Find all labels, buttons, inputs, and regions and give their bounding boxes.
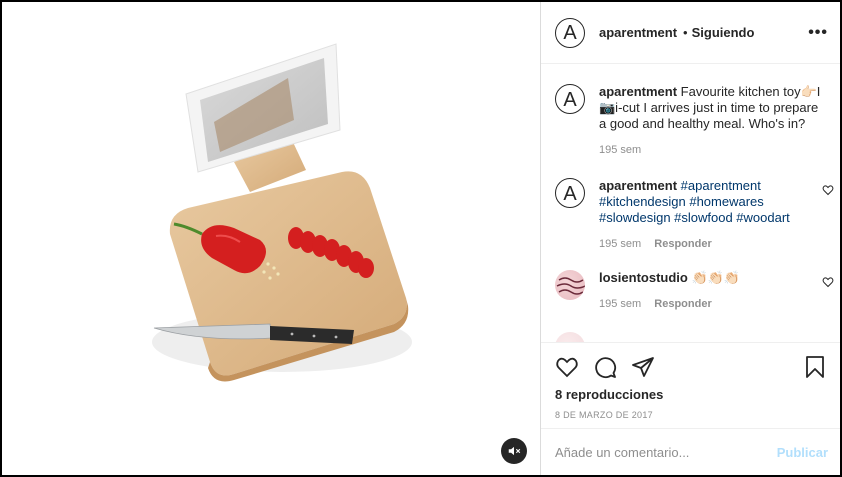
separator-dot: •: [683, 25, 688, 40]
reply-button[interactable]: Responder: [654, 298, 711, 310]
share-icon[interactable]: [631, 355, 655, 379]
caption-comment: A aparentment Favourite kitchen toy👉🏻I 📷…: [555, 84, 840, 158]
post-header: A aparentment • Siguiendo •••: [541, 2, 840, 64]
speaker-muted-icon: [508, 446, 521, 456]
post-date[interactable]: 8 DE MARZO DE 2017: [555, 410, 826, 420]
hashtag-comment: A aparentment #aparentment #kitchendesig…: [555, 178, 840, 252]
avatar[interactable]: [555, 332, 585, 342]
comment-username[interactable]: losientostudio: [599, 270, 688, 285]
comment-username[interactable]: aparentment: [599, 84, 677, 99]
views-count[interactable]: 8 reproducciones: [555, 387, 826, 402]
comment-composer: Publicar: [541, 428, 840, 475]
avatar-pattern-icon: [556, 277, 585, 295]
heart-icon[interactable]: [822, 184, 834, 196]
publish-button[interactable]: Publicar: [777, 445, 828, 460]
comment-text: 👏🏻👏🏻👏🏻: [691, 270, 741, 285]
comment-icon[interactable]: [593, 355, 617, 379]
header-username[interactable]: aparentment: [599, 25, 677, 40]
partial-comment: [555, 332, 840, 342]
comment-username[interactable]: aparentment: [599, 178, 677, 193]
comment-time[interactable]: 195 sem: [599, 298, 641, 310]
bookmark-icon[interactable]: [804, 355, 826, 379]
comment-input[interactable]: [555, 444, 777, 460]
heart-icon[interactable]: [822, 276, 834, 288]
heart-icon[interactable]: [555, 355, 579, 379]
comment-time[interactable]: 195 sem: [599, 238, 641, 250]
comments-list[interactable]: A aparentment Favourite kitchen toy👉🏻I 📷…: [541, 64, 840, 342]
action-bar: 8 reproducciones 8 DE MARZO DE 2017: [541, 342, 840, 428]
avatar[interactable]: A: [555, 178, 585, 208]
post-sidebar: A aparentment • Siguiendo ••• A aparentm…: [541, 2, 840, 475]
product-photo: [152, 43, 412, 382]
post-media[interactable]: [2, 2, 541, 475]
comment-time[interactable]: 195 sem: [599, 144, 641, 156]
reply-button[interactable]: Responder: [654, 238, 711, 250]
avatar[interactable]: A: [555, 17, 585, 48]
more-options-button[interactable]: •••: [808, 24, 828, 42]
user-comment: losientostudio 👏🏻👏🏻👏🏻 195 sem Responder: [555, 270, 840, 312]
mute-button[interactable]: [501, 438, 527, 464]
post-window: A aparentment • Siguiendo ••• A aparentm…: [0, 0, 842, 477]
avatar[interactable]: A: [555, 84, 585, 114]
follow-button[interactable]: Siguiendo: [692, 25, 755, 40]
comment-meta: 195 sem Responder: [599, 236, 827, 252]
avatar[interactable]: [555, 270, 585, 300]
comment-meta: 195 sem Responder: [599, 296, 827, 312]
comment-meta: 195 sem: [599, 142, 827, 158]
